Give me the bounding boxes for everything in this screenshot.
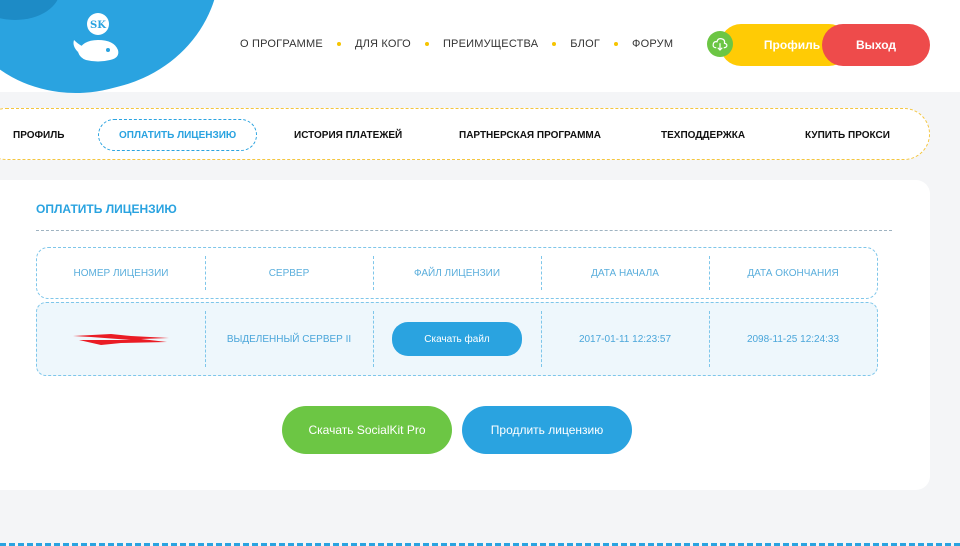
account-tabs: ПРОФИЛЬ ОПЛАТИТЬ ЛИЦЕНЗИЮ ИСТОРИЯ ПЛАТЕЖ… (0, 108, 930, 160)
tab-support[interactable]: ТЕХПОДДЕРЖКА (661, 109, 745, 161)
nav-separator (614, 42, 619, 46)
tab-buy-proxy[interactable]: КУПИТЬ ПРОКСИ (805, 109, 890, 161)
nav-audience[interactable]: ДЛЯ КОГО (355, 38, 411, 50)
table-row: ВЫДЕЛЕННЫЙ СЕРВЕР II Скачать файл 2017-0… (36, 302, 878, 376)
download-socialkit-button[interactable]: Скачать SocialKit Pro (282, 406, 452, 454)
top-bar: SK О ПРОГРАММЕ ДЛЯ КОГО ПРЕИМУЩЕСТВА БЛО… (0, 0, 960, 121)
logout-button[interactable]: Выход (822, 24, 930, 66)
section-title: ОПЛАТИТЬ ЛИЦЕНЗИЮ (36, 202, 177, 216)
download-file-button[interactable]: Скачать файл (392, 322, 522, 356)
col-end-date: ДАТА ОКОНЧАНИЯ (709, 248, 877, 298)
license-number-redacted (37, 303, 205, 375)
logo-text: SK (90, 20, 106, 31)
cloud-download-icon[interactable] (707, 31, 733, 57)
nav-forum[interactable]: ФОРУМ (632, 38, 673, 50)
license-table-header: НОМЕР ЛИЦЕНЗИИ СЕРВЕР ФАЙЛ ЛИЦЕНЗИИ ДАТА… (36, 247, 878, 299)
nav-separator (336, 42, 341, 46)
license-file-cell: Скачать файл (373, 303, 541, 375)
end-date-value: 2098-11-25 12:24:33 (709, 303, 877, 375)
tab-profile[interactable]: ПРОФИЛЬ (13, 109, 64, 161)
license-card: ОПЛАТИТЬ ЛИЦЕНЗИЮ НОМЕР ЛИЦЕНЗИИ СЕРВЕР … (0, 180, 930, 490)
nav-separator (552, 42, 557, 46)
nav-about[interactable]: О ПРОГРАММЕ (240, 38, 323, 50)
redaction-mark (73, 334, 169, 345)
whale-icon[interactable]: SK (68, 10, 128, 70)
tab-pay-license[interactable]: ОПЛАТИТЬ ЛИЦЕНЗИЮ (98, 119, 258, 151)
extend-license-button[interactable]: Продлить лицензию (462, 406, 632, 454)
tab-payment-history[interactable]: ИСТОРИЯ ПЛАТЕЖЕЙ (294, 109, 402, 161)
col-start-date: ДАТА НАЧАЛА (541, 248, 709, 298)
title-divider (36, 230, 892, 231)
col-license-file: ФАЙЛ ЛИЦЕНЗИИ (373, 248, 541, 298)
nav-separator (424, 42, 429, 46)
nav-blog[interactable]: БЛОГ (570, 38, 600, 50)
tab-partner-program[interactable]: ПАРТНЕРСКАЯ ПРОГРАММА (459, 109, 601, 161)
col-server: СЕРВЕР (205, 248, 373, 298)
main-nav: О ПРОГРАММЕ ДЛЯ КОГО ПРЕИМУЩЕСТВА БЛОГ Ф… (240, 38, 673, 50)
server-value: ВЫДЕЛЕННЫЙ СЕРВЕР II (205, 303, 373, 375)
col-license-number: НОМЕР ЛИЦЕНЗИИ (73, 267, 169, 279)
start-date-value: 2017-01-11 12:23:57 (541, 303, 709, 375)
nav-advantages[interactable]: ПРЕИМУЩЕСТВА (443, 38, 538, 50)
